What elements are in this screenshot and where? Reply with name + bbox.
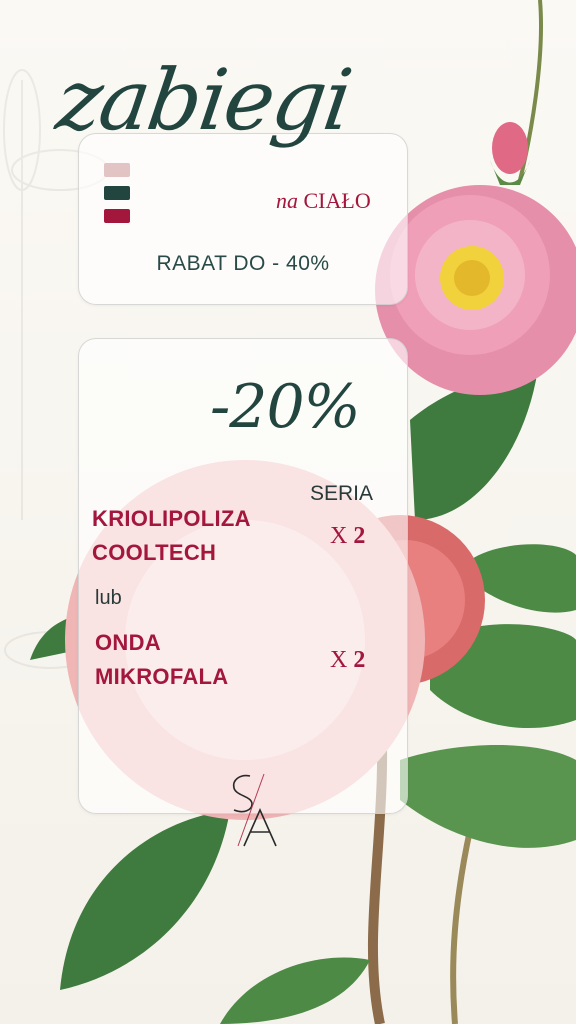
procedure-1-count: X 2 xyxy=(330,523,365,550)
page-subtitle: na CIAŁO xyxy=(276,188,371,214)
procedure-1-line1: KRIOLIPOLIZA xyxy=(92,506,251,531)
seria-label: SERIA xyxy=(310,482,374,505)
count-value: 2 xyxy=(353,523,366,549)
times-sign: X xyxy=(330,523,348,549)
swatch-blush xyxy=(104,163,130,177)
page-title: zabiegi xyxy=(51,51,357,149)
discount-value: -20% xyxy=(210,372,361,442)
rabat-text: RABAT DO - 40% xyxy=(156,252,330,275)
page: RABAT DO - 40% zabiegi na CIAŁO -20% SER… xyxy=(0,0,576,1024)
swatch-crimson xyxy=(104,209,130,223)
procedure-2-count: X 2 xyxy=(330,647,365,674)
procedure-2-line1: ONDA xyxy=(95,630,161,655)
procedure-1: KRIOLIPOLIZA COOLTECH xyxy=(92,502,251,570)
procedure-1-line2: COOLTECH xyxy=(92,540,217,565)
procedure-2-line2: MIKROFALA xyxy=(95,664,229,689)
subtitle-na: na xyxy=(276,188,298,213)
count-value: 2 xyxy=(353,647,366,673)
rose-bud xyxy=(490,122,530,185)
separator-lub: lub xyxy=(95,587,122,609)
swatch-green xyxy=(104,186,130,200)
times-sign: X xyxy=(330,647,348,673)
procedure-2: ONDA MIKROFALA xyxy=(95,626,228,694)
subtitle-cialo: CIAŁO xyxy=(303,188,371,213)
sa-monogram-logo xyxy=(232,773,277,847)
